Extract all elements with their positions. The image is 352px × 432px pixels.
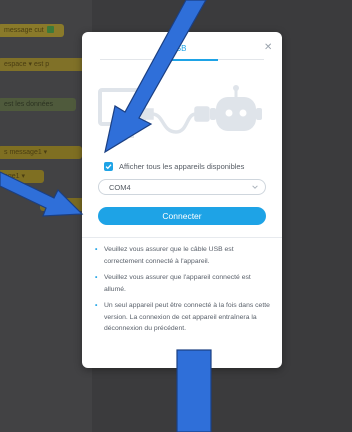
close-icon[interactable]: ✕ xyxy=(264,42,272,53)
device-connection-dialog: USB ✕ Afficher tous les appareils dispon… xyxy=(82,32,282,368)
code-block: age1 ▾ xyxy=(0,170,44,183)
note-item: • Un seul appareil peut être connecté à l… xyxy=(95,302,270,332)
connection-tabs: USB xyxy=(100,38,264,61)
code-block: espace ▾ est p xyxy=(0,58,92,71)
tab-usb[interactable]: USB xyxy=(170,44,186,53)
connection-illustration xyxy=(98,85,262,138)
code-block: s message1 ▾ xyxy=(0,146,82,159)
robot-icon xyxy=(210,85,262,131)
show-all-devices-label: Afficher tous les appareils disponibles xyxy=(119,161,245,171)
check-icon xyxy=(105,163,112,169)
connection-notes: • Veuillez vous assurer que le câble USB … xyxy=(94,244,272,340)
chevron-down-icon xyxy=(252,185,258,189)
port-select-value: COM4 xyxy=(109,183,131,192)
block-palette: message cut espace ▾ est p est les donné… xyxy=(0,0,92,432)
flag-icon xyxy=(46,26,54,33)
monitor-icon xyxy=(98,88,146,138)
connect-button[interactable]: Connecter xyxy=(98,207,266,225)
usb-cable-icon xyxy=(140,106,210,134)
note-item: • Veuillez vous assurer que l'appareil co… xyxy=(95,274,251,293)
active-tab-indicator xyxy=(166,59,218,61)
divider xyxy=(82,237,282,238)
show-all-devices-row[interactable]: Afficher tous les appareils disponibles xyxy=(104,160,244,172)
note-item: • Veuillez vous assurer que le câble USB … xyxy=(95,246,234,265)
code-block: message cut xyxy=(0,24,64,37)
port-select[interactable]: COM4 xyxy=(98,179,266,195)
code-block: est les données xyxy=(0,98,76,111)
show-all-devices-checkbox[interactable] xyxy=(104,161,113,171)
